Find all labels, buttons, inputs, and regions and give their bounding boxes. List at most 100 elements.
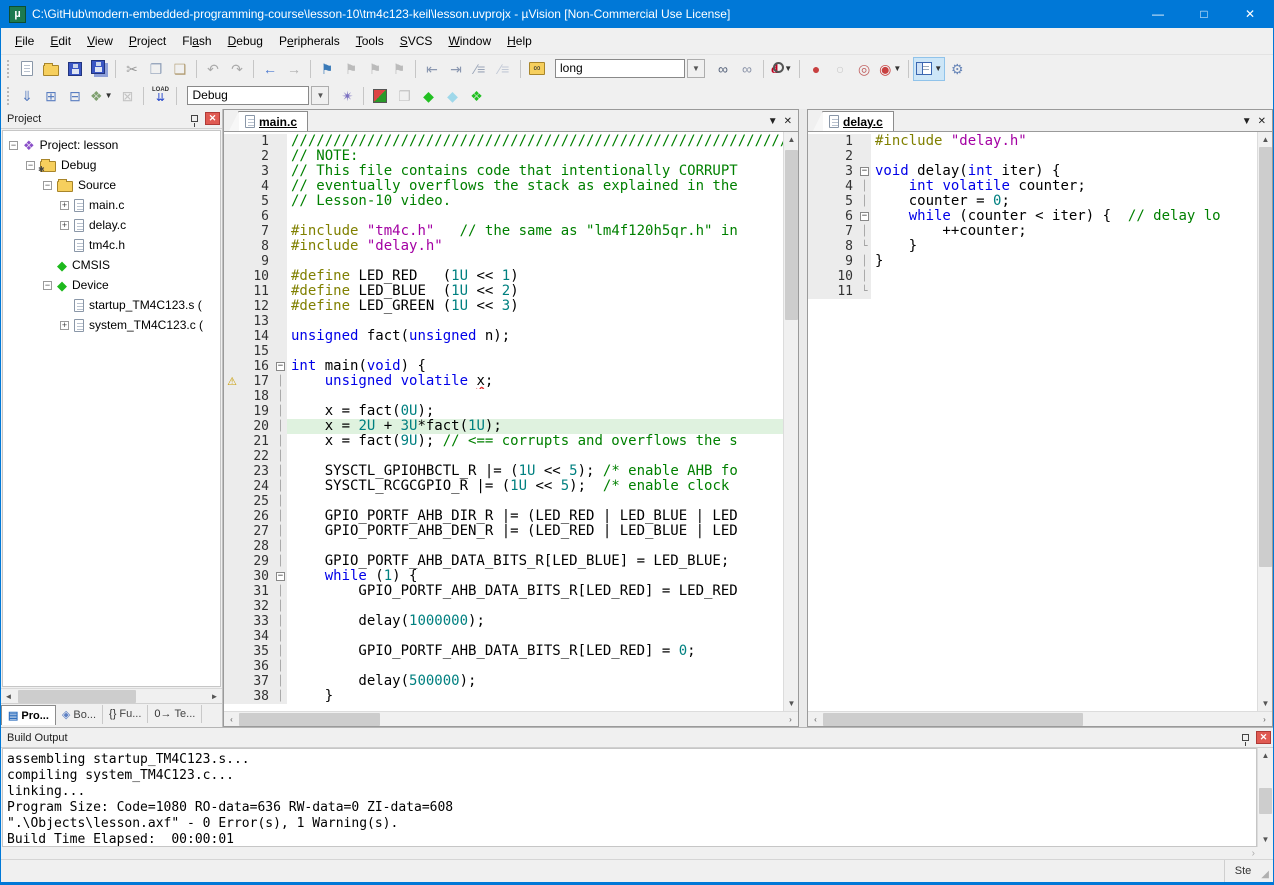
fold-margin[interactable]: │: [274, 509, 287, 524]
project-panel-close-icon[interactable]: ✕: [205, 112, 220, 125]
fold-margin[interactable]: [274, 344, 287, 359]
fold-margin[interactable]: │: [274, 554, 287, 569]
scroll-up-icon[interactable]: ▲: [1258, 748, 1272, 763]
chevron-down-icon[interactable]: ▼: [893, 64, 901, 73]
fold-collapse-icon[interactable]: −: [858, 164, 871, 179]
close-button[interactable]: ✕: [1227, 0, 1273, 28]
main-vscrollbar[interactable]: ▲ ▼: [783, 132, 798, 711]
collapse-icon[interactable]: −: [26, 161, 35, 170]
expand-icon[interactable]: +: [60, 221, 69, 230]
scroll-right-icon[interactable]: ›: [1257, 712, 1272, 727]
save-all-icon[interactable]: [87, 57, 111, 81]
build-output-close-icon[interactable]: ✕: [1256, 731, 1271, 744]
fold-margin[interactable]: └: [858, 239, 871, 254]
target-select[interactable]: Debug▼: [184, 84, 332, 108]
insert-remove-breakpoint-icon[interactable]: ●: [804, 57, 828, 81]
disabled-breakpoint-icon[interactable]: ○: [828, 57, 852, 81]
find-in-files-icon[interactable]: ∞: [525, 57, 549, 81]
build-target-icon[interactable]: ⊞: [39, 84, 63, 108]
fold-margin[interactable]: │: [274, 404, 287, 419]
manage-project-items-icon[interactable]: ❐: [392, 84, 416, 108]
pack-installer-icon[interactable]: ◆: [416, 84, 440, 108]
fold-margin[interactable]: │: [858, 224, 871, 239]
tree-item-delay-c[interactable]: +delay.c: [3, 215, 220, 235]
insert-bookmark-icon[interactable]: ⚑: [315, 57, 339, 81]
scroll-left-icon[interactable]: ‹: [808, 712, 823, 727]
uncomment-selection-icon[interactable]: ∕≡: [492, 57, 516, 81]
maximize-button[interactable]: □: [1181, 0, 1227, 28]
tab-close-icon[interactable]: ✕: [1258, 116, 1272, 131]
copy-icon[interactable]: ❐: [144, 57, 168, 81]
menu-tools[interactable]: Tools: [348, 30, 392, 52]
resize-grip-icon[interactable]: ◢: [1261, 863, 1273, 880]
rebuild-all-icon[interactable]: ⊟: [63, 84, 87, 108]
fold-margin[interactable]: │: [274, 419, 287, 434]
chevron-down-icon[interactable]: ▼: [105, 91, 113, 100]
indent-icon[interactable]: ⇥: [444, 57, 468, 81]
fold-margin[interactable]: [274, 284, 287, 299]
pin-icon[interactable]: [191, 115, 198, 122]
fold-margin[interactable]: │: [274, 659, 287, 674]
scroll-right-icon[interactable]: ›: [1252, 848, 1255, 859]
search-input[interactable]: long: [555, 59, 685, 78]
build-output-text[interactable]: assembling startup_TM4C123.s...compiling…: [2, 748, 1257, 847]
panel-tab-bo[interactable]: ◈Bo...: [56, 705, 103, 724]
scroll-down-icon[interactable]: ▼: [784, 696, 798, 711]
scroll-up-icon[interactable]: ▲: [1258, 132, 1272, 147]
tree-item-cmsis[interactable]: ◆CMSIS: [3, 255, 220, 275]
fold-margin[interactable]: │: [274, 644, 287, 659]
fold-margin[interactable]: └: [858, 284, 871, 299]
tree-item-tm4c-h[interactable]: tm4c.h: [3, 235, 220, 255]
previous-bookmark-icon[interactable]: ⚑: [339, 57, 363, 81]
navigate-forward-icon[interactable]: →: [282, 57, 306, 81]
stop-build-icon[interactable]: ⊠: [115, 84, 139, 108]
menu-window[interactable]: Window: [440, 30, 499, 52]
fold-margin[interactable]: [274, 209, 287, 224]
menu-svcs[interactable]: SVCS: [392, 30, 441, 52]
fold-margin[interactable]: [858, 134, 871, 149]
tree-item-startup-tm4c123-s[interactable]: startup_TM4C123.s (: [3, 295, 220, 315]
save-icon[interactable]: [63, 57, 87, 81]
menu-peripherals[interactable]: Peripherals: [271, 30, 348, 52]
open-file-icon[interactable]: [39, 57, 63, 81]
tree-item-project-lesson[interactable]: −❖Project: lesson: [3, 135, 220, 155]
fold-margin[interactable]: │: [274, 629, 287, 644]
batch-build-icon[interactable]: ❖▼: [87, 84, 115, 108]
tree-item-debug[interactable]: −Debug: [3, 155, 220, 175]
fold-margin[interactable]: [274, 314, 287, 329]
unindent-icon[interactable]: ⇤: [420, 57, 444, 81]
tab-close-icon[interactable]: ✕: [784, 116, 798, 131]
tab-list-dropdown-icon[interactable]: ▼: [768, 116, 784, 131]
delay-vscrollbar[interactable]: ▲ ▼: [1257, 132, 1272, 711]
panel-tab-fu[interactable]: {}Fu...: [103, 705, 148, 723]
find-in-target-icon[interactable]: d▼: [768, 57, 795, 81]
fold-margin[interactable]: [274, 224, 287, 239]
kill-all-breakpoints-icon[interactable]: ◉▼: [876, 57, 904, 81]
menu-debug[interactable]: Debug: [220, 30, 271, 52]
options-for-target-icon[interactable]: ✴: [335, 84, 359, 108]
scroll-left-icon[interactable]: ‹: [224, 712, 239, 727]
fold-margin[interactable]: [858, 149, 871, 164]
download-to-flash-icon[interactable]: LOAD⇊: [148, 84, 172, 108]
undo-icon[interactable]: ↶: [201, 57, 225, 81]
tree-item-main-c[interactable]: +main.c: [3, 195, 220, 215]
panel-tab-te[interactable]: 0→Te...: [148, 705, 202, 723]
fold-margin[interactable]: │: [274, 599, 287, 614]
fold-margin[interactable]: │: [858, 269, 871, 284]
collapse-icon[interactable]: −: [43, 281, 52, 290]
fold-margin[interactable]: [274, 179, 287, 194]
translate-file-icon[interactable]: ⇓: [15, 84, 39, 108]
fold-margin[interactable]: │: [274, 689, 287, 704]
scroll-up-icon[interactable]: ▲: [784, 132, 798, 147]
project-hscrollbar[interactable]: ◄ ►: [1, 688, 222, 703]
fold-margin[interactable]: │: [274, 434, 287, 449]
fold-margin[interactable]: │: [274, 614, 287, 629]
chevron-down-icon[interactable]: ▼: [687, 59, 705, 78]
code-editor-main[interactable]: 1///////////////////////////////////////…: [224, 132, 783, 711]
main-hscrollbar[interactable]: ‹ ›: [224, 711, 798, 726]
tab-main-c[interactable]: main.c: [238, 111, 308, 131]
configure-tools-icon[interactable]: ⚙: [945, 57, 969, 81]
minimize-button[interactable]: —: [1135, 0, 1181, 28]
chevron-down-icon[interactable]: ▼: [784, 64, 792, 73]
navigate-back-icon[interactable]: ←: [258, 57, 282, 81]
